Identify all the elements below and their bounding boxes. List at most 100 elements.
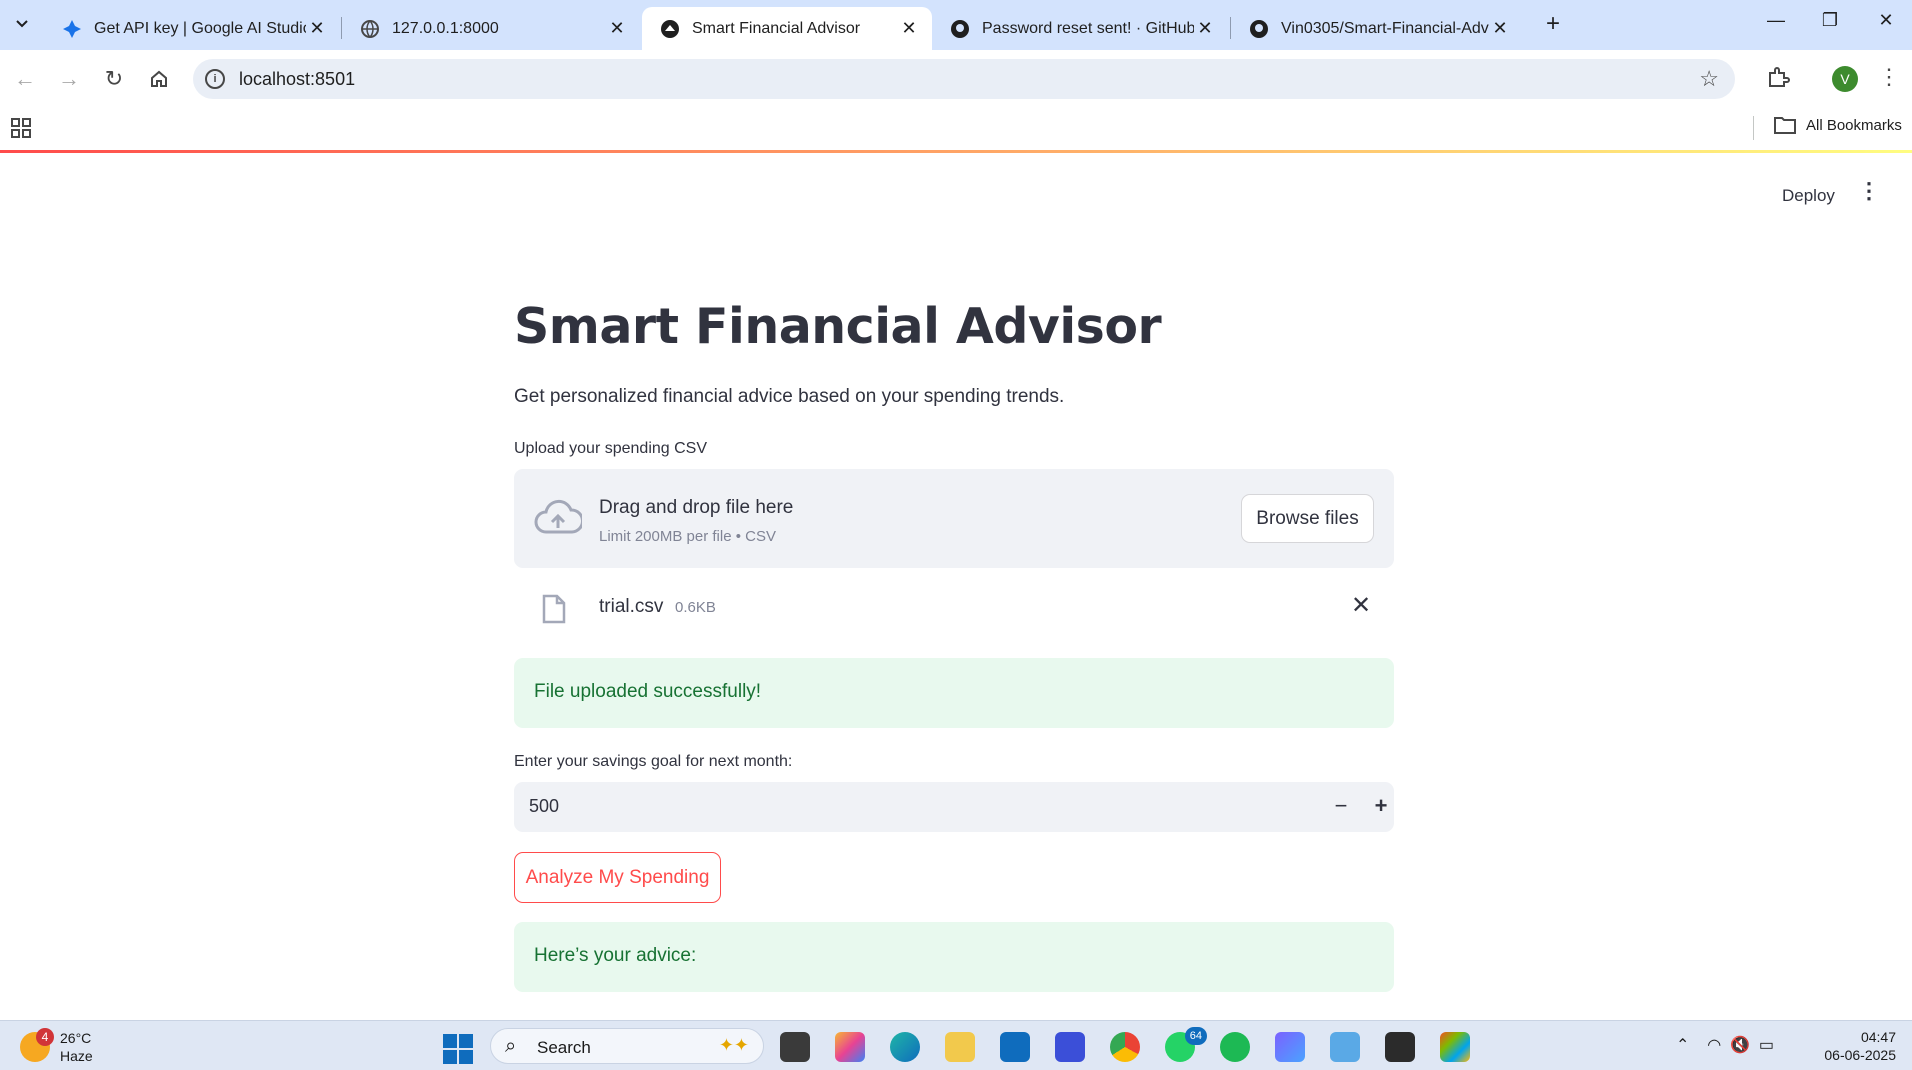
remove-file-icon[interactable]: ✕ <box>1347 592 1375 620</box>
snipping-tool-icon[interactable] <box>1330 1032 1360 1062</box>
decoration-bar <box>0 150 1912 153</box>
cloud-upload-icon <box>534 499 582 534</box>
extensions-icon[interactable] <box>1766 65 1790 89</box>
savings-goal-value[interactable]: 500 <box>529 796 559 817</box>
tab-title: Password reset sent! · GitHub <box>982 19 1194 37</box>
page-subtitle: Get personalized financial advice based … <box>514 386 1065 407</box>
google-ai-studio-icon <box>63 19 81 38</box>
app-icon[interactable] <box>1440 1032 1470 1062</box>
restore-button[interactable]: ❐ <box>1810 10 1850 38</box>
file-explorer-icon[interactable] <box>945 1032 975 1062</box>
all-bookmarks-label: All Bookmarks <box>1806 116 1902 134</box>
tab-localhost-8000[interactable]: 127.0.0.1:8000 ✕ <box>342 7 640 50</box>
savings-goal-label: Enter your savings goal for next month: <box>514 753 793 770</box>
home-button[interactable] <box>144 64 174 94</box>
page-title: Smart Financial Advisor <box>514 298 1162 355</box>
whatsapp-badge: 64 <box>1184 1027 1207 1045</box>
url-text: localhost:8501 <box>239 69 356 89</box>
browser-toolbar: ← → ↻ i localhost:8501 ☆ V ⋮ <box>0 50 1912 108</box>
weather-badge: 4 <box>36 1028 54 1046</box>
file-name: trial.csv <box>599 596 664 617</box>
uploaded-file-item: trial.csv 0.6KB ✕ <box>514 580 1394 636</box>
close-tab-icon[interactable]: ✕ <box>606 18 628 40</box>
advice-alert: Here’s your advice: <box>514 922 1394 992</box>
file-icon <box>542 594 566 624</box>
clock-date: 06-06-2025 <box>1824 1047 1896 1063</box>
github-icon <box>1250 19 1268 38</box>
tab-google-ai-studio[interactable]: Get API key | Google AI Studio ✕ <box>44 7 340 50</box>
tab-title: Get API key | Google AI Studio <box>94 19 306 37</box>
chevron-down-icon <box>16 20 28 28</box>
search-icon: ⌕ <box>505 1035 517 1057</box>
terminal-icon[interactable] <box>1385 1032 1415 1062</box>
copilot-icon[interactable] <box>835 1032 865 1062</box>
system-tray[interactable]: ⌃ ◠ 🔇 ▭ <box>1676 1035 1774 1055</box>
tab-title: Vin0305/Smart-Financial-Advisor <box>1281 19 1489 37</box>
copilot-sparkle-icon: ✦✦ <box>718 1035 749 1055</box>
minimize-button[interactable]: — <box>1756 10 1796 38</box>
bookmarks-bar: All Bookmarks <box>0 108 1912 150</box>
new-tab-button[interactable]: + <box>1540 12 1566 38</box>
spotify-icon[interactable] <box>1220 1032 1250 1062</box>
close-tab-icon[interactable]: ✕ <box>306 18 328 40</box>
upload-label: Upload your spending CSV <box>514 440 708 457</box>
weather-icon: 4 <box>20 1028 54 1062</box>
analyze-spending-button[interactable]: Analyze My Spending <box>514 852 721 903</box>
edge-icon[interactable] <box>890 1032 920 1062</box>
main-menu-icon[interactable]: ⋮ <box>1858 178 1880 204</box>
success-alert: File uploaded successfully! <box>514 658 1394 728</box>
browser-tab-strip: Get API key | Google AI Studio ✕ 127.0.0… <box>0 0 1912 50</box>
streamlit-icon <box>661 19 679 38</box>
whatsapp-icon[interactable]: 64 <box>1165 1027 1207 1062</box>
close-tab-icon[interactable]: ✕ <box>898 18 920 40</box>
bookmark-star-icon[interactable]: ☆ <box>1699 66 1719 92</box>
back-button[interactable]: ← <box>10 64 40 94</box>
weather-widget[interactable]: 4 26°C Haze <box>20 1028 93 1065</box>
deploy-button[interactable]: Deploy <box>1770 180 1847 212</box>
browser-menu-icon[interactable]: ⋮ <box>1878 64 1900 90</box>
address-bar[interactable]: i localhost:8501 ☆ <box>193 59 1735 99</box>
tab-smart-financial-advisor[interactable]: Smart Financial Advisor ✕ <box>642 7 932 50</box>
all-bookmarks-button[interactable]: All Bookmarks <box>1774 116 1902 134</box>
forward-button[interactable]: → <box>54 64 84 94</box>
weather-description: Haze <box>60 1048 93 1064</box>
app-page: Deploy ⋮ Smart Financial Advisor Get per… <box>0 150 1912 1020</box>
close-tab-icon[interactable]: ✕ <box>1194 18 1216 40</box>
tab-github-repo[interactable]: Vin0305/Smart-Financial-Advisor ✕ <box>1231 7 1523 50</box>
file-size: 0.6KB <box>675 599 716 616</box>
tab-search-button[interactable] <box>8 10 36 38</box>
taskbar-search[interactable]: ⌕ Search ✦✦ <box>490 1028 764 1064</box>
tab-github-password-reset[interactable]: Password reset sent! · GitHub ✕ <box>932 7 1228 50</box>
browse-files-button[interactable]: Browse files <box>1241 494 1374 543</box>
dropzone-limit: Limit 200MB per file • CSV <box>599 528 776 545</box>
dropzone-instructions: Drag and drop file here <box>599 497 794 518</box>
visual-studio-icon[interactable] <box>1055 1032 1085 1062</box>
tab-title: 127.0.0.1:8000 <box>392 19 499 37</box>
reload-button[interactable]: ↻ <box>99 64 129 94</box>
taskbar-clock[interactable]: 04:47 06-06-2025 <box>1810 1028 1896 1064</box>
site-info-icon[interactable]: i <box>205 69 225 89</box>
microsoft-store-icon[interactable] <box>1000 1032 1030 1062</box>
close-tab-icon[interactable]: ✕ <box>1489 18 1511 40</box>
windows-taskbar: 4 26°C Haze ⌕ Search ✦✦ 64 ⌃ ◠ 🔇 ▭ 04:47… <box>0 1020 1912 1070</box>
tab-title: Smart Financial Advisor <box>692 19 861 37</box>
bookmarks-separator <box>1753 116 1754 140</box>
success-message: File uploaded successfully! <box>534 681 762 702</box>
taskbar-search-placeholder: Search <box>537 1038 591 1057</box>
apps-grid-icon[interactable] <box>10 117 32 139</box>
chrome-icon[interactable] <box>1110 1032 1140 1062</box>
profile-avatar[interactable]: V <box>1832 66 1858 92</box>
decrement-button[interactable]: − <box>1326 791 1356 821</box>
savings-goal-input[interactable]: 500 − + <box>514 782 1394 832</box>
increment-button[interactable]: + <box>1366 791 1396 821</box>
github-icon <box>951 19 969 38</box>
advice-message: Here’s your advice: <box>534 945 697 966</box>
task-view-icon[interactable] <box>780 1032 810 1062</box>
weather-temperature: 26°C <box>60 1030 92 1046</box>
start-button[interactable] <box>443 1034 473 1064</box>
vpn-icon[interactable] <box>1275 1032 1305 1062</box>
folder-icon <box>1774 117 1796 134</box>
file-dropzone[interactable]: Drag and drop file here Limit 200MB per … <box>514 469 1394 568</box>
globe-icon <box>361 19 379 38</box>
close-window-button[interactable]: ✕ <box>1866 10 1906 38</box>
